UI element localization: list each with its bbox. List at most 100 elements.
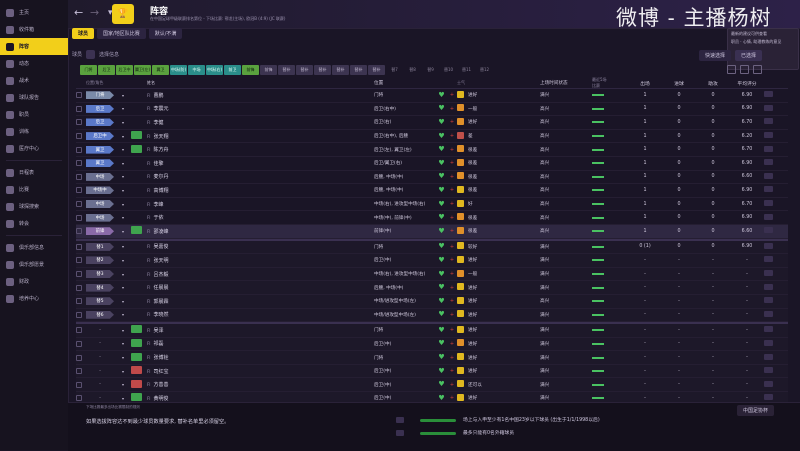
col-position[interactable]: 位置	[374, 80, 436, 86]
table-row[interactable]: 中场中 ▾ FI 高博翔 后腰, 中场(中) ♥ + 很差 高兴 1 0 0 6.90	[76, 184, 788, 198]
table-row[interactable]: - ▾ FI 吴泽 门将 ♥ + 进好 满兴 - - - -	[76, 322, 788, 338]
slot-badge[interactable]: 替6	[86, 310, 114, 319]
sidebar-item[interactable]: 阵容	[0, 38, 68, 55]
checkbox[interactable]	[76, 92, 82, 99]
row-menu-button[interactable]	[764, 283, 773, 290]
row-menu-button[interactable]	[764, 172, 773, 179]
player-name[interactable]: 麦尔丹	[153, 174, 168, 180]
row-menu-button[interactable]	[764, 310, 773, 317]
table-row[interactable]: - ▾ FI 祁磊 后卫(中) ♥ + 进好 满兴 - - - -	[76, 338, 788, 352]
slot-badge[interactable]: 翼卫	[86, 159, 114, 168]
row-menu-button[interactable]	[764, 297, 773, 304]
player-name[interactable]: 李健	[153, 120, 163, 126]
player-name-cell[interactable]: FI 郭晨霖	[147, 298, 374, 305]
sidebar-item[interactable]: 球队报告	[0, 89, 68, 106]
tab-national[interactable]: 国家/地区队比赛	[97, 27, 146, 39]
row-menu-button[interactable]	[764, 394, 773, 401]
table-row[interactable]: 后卫中 ▾ FI 张天翔 后卫(右中), 后腰 ♥ + 差高兴 1 0 0 6.20	[76, 130, 788, 144]
col-assists[interactable]: 助攻	[696, 80, 730, 87]
row-menu-button[interactable]	[764, 91, 773, 98]
position-filter[interactable]: 替补	[350, 65, 367, 75]
checkbox[interactable]	[76, 298, 82, 305]
checkbox[interactable]	[76, 187, 82, 194]
player-name-cell[interactable]: FI 李健	[147, 119, 374, 126]
row-menu-button[interactable]	[764, 367, 773, 374]
player-name[interactable]: 佳擎	[153, 161, 163, 167]
position-filter[interactable]: 替补	[314, 65, 331, 75]
player-name-cell[interactable]: FI 吴泽	[147, 327, 374, 334]
settings-icon[interactable]	[753, 65, 762, 74]
player-name-cell[interactable]: FI 吴嘉俊	[147, 243, 374, 250]
player-name-cell[interactable]: FI 吕杰毅	[147, 271, 374, 278]
row-menu-button[interactable]	[764, 118, 773, 125]
player-name[interactable]: 陈方舟	[153, 147, 168, 153]
sidebar-item[interactable]: 主页	[0, 4, 68, 21]
row-menu-button[interactable]	[764, 227, 773, 234]
checkbox[interactable]	[76, 381, 82, 388]
slot-badge[interactable]: -	[86, 381, 114, 388]
player-name-cell[interactable]: FI 陈方舟	[147, 146, 374, 153]
player-name-cell[interactable]: FI 李震元	[147, 105, 374, 112]
row-menu-button[interactable]	[764, 242, 773, 249]
player-name[interactable]: 郭晨霖	[153, 299, 168, 305]
table-row[interactable]: 替2 ▾ FI 张天明 后卫(中) ♥ + 进好 满兴 - - - -	[76, 254, 788, 268]
player-name[interactable]: 李晓然	[153, 312, 168, 318]
checkbox[interactable]	[76, 173, 82, 180]
slot-badge[interactable]: -	[86, 368, 114, 375]
player-name[interactable]: 张天明	[153, 258, 168, 264]
table-row[interactable]: 中场 ▾ FI 于依 中场(中), 前锋(中) ♥ + 很差 高兴 1 0 0 6.90	[76, 211, 788, 225]
checkbox[interactable]	[76, 119, 82, 126]
player-name-cell[interactable]: FI 黄明俊	[147, 395, 374, 402]
table-row[interactable]: 替1 ▾ FI 吴嘉俊 门将 ♥ + 较好 满兴 0 (1) 0 0 6.90	[76, 238, 788, 255]
checkbox[interactable]	[76, 284, 82, 291]
sidebar-item[interactable]: 转会	[0, 215, 68, 232]
position-filter[interactable]: 替10	[440, 65, 457, 75]
slot-badge[interactable]: 中场	[86, 200, 114, 209]
player-name-cell[interactable]: FI 曹鹏	[147, 92, 374, 99]
position-filter[interactable]: 前锋	[242, 65, 259, 75]
sidebar-item[interactable]: 收件箱	[0, 21, 68, 38]
checkbox[interactable]	[76, 311, 82, 318]
player-name[interactable]: 邵凌峰	[153, 229, 168, 235]
table-row[interactable]: 后卫 ▾ FI 李震元 后卫(右中) ♥ + 一般 高兴 1 0 0 6.90	[76, 103, 788, 117]
table-row[interactable]: - ▾ FI 方善善 后卫(中) ♥ + 还可以 满兴 - - - -	[76, 378, 788, 393]
player-name[interactable]: 黄明俊	[153, 396, 168, 402]
player-name-cell[interactable]: FI 于依	[147, 214, 374, 221]
player-name-cell[interactable]: FI 佳擎	[147, 160, 374, 167]
position-filter[interactable]: 替补	[296, 65, 313, 75]
sidebar-item[interactable]: 财政	[0, 273, 68, 290]
sidebar-item[interactable]: 训练	[0, 123, 68, 140]
list-view-icon[interactable]	[740, 65, 749, 74]
slot-badge[interactable]: 替3	[86, 270, 114, 279]
table-row[interactable]: 前锋 ▾ FI 邵凌峰 前锋(中) ♥ + 很差 高兴 1 0 0 6.60	[76, 224, 788, 239]
position-filter[interactable]: 替补	[368, 65, 385, 75]
row-menu-button[interactable]	[764, 270, 773, 277]
player-name[interactable]: 张天翔	[153, 134, 168, 140]
player-name-cell[interactable]: FI 张天明	[147, 257, 374, 264]
row-menu-button[interactable]	[764, 200, 773, 207]
sidebar-item[interactable]: 球探搜索	[0, 198, 68, 215]
player-name[interactable]: 吴嘉俊	[153, 244, 168, 250]
player-name[interactable]: 张博铨	[153, 355, 168, 361]
checkbox[interactable]	[76, 160, 82, 167]
col-apps[interactable]: 出场	[628, 80, 662, 87]
grid-view-icon[interactable]	[727, 65, 736, 74]
player-name[interactable]: 祁磊	[153, 341, 163, 347]
row-menu-button[interactable]	[764, 380, 773, 387]
slot-badge[interactable]: 中场中	[86, 186, 114, 195]
position-filter[interactable]: 替9	[422, 65, 439, 75]
filter-chip-icon[interactable]	[86, 50, 96, 59]
table-row[interactable]: 翼卫 ▾ FI 佳擎 后卫/翼卫(右) ♥ + 很差 高兴 1 0 0 6.90	[76, 157, 788, 171]
position-filter[interactable]: 翼卫	[152, 65, 169, 75]
table-row[interactable]: - ▾ FI 张博铨 门将 ♥ + 进好 满兴 - - - -	[76, 351, 788, 365]
player-name-cell[interactable]: FI 高博翔	[147, 187, 374, 194]
player-name[interactable]: 高博翔	[153, 188, 168, 194]
player-name[interactable]: 方善善	[153, 382, 168, 388]
slot-badge[interactable]: 中场	[86, 213, 114, 222]
table-row[interactable]: - ▾ FI 司红宝 后卫(中) ♥ + 进好 满兴 - - - -	[76, 365, 788, 379]
position-filter[interactable]: 中场	[188, 65, 205, 75]
sidebar-item[interactable]: 医疗中心	[0, 140, 68, 157]
table-row[interactable]: 替6 ▾ FI 李晓然 中场/进攻型中场(左) ♥ + 进好 满兴 - - - -	[76, 309, 788, 323]
player-name-cell[interactable]: FI 方善善	[147, 381, 374, 388]
player-name[interactable]: 李峰	[153, 202, 163, 208]
